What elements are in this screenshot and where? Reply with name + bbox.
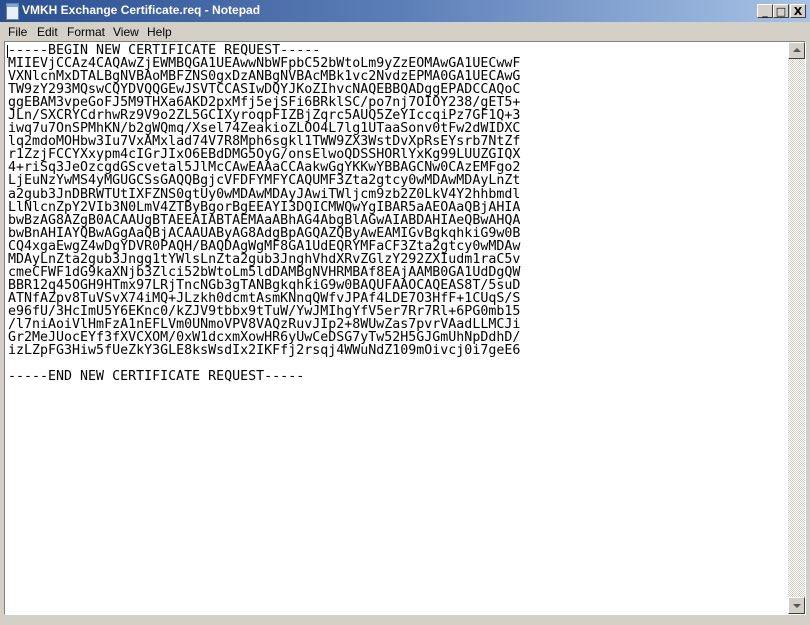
vertical-scrollbar[interactable] (788, 42, 805, 614)
menu-edit[interactable]: Edit (37, 25, 58, 39)
text-caret (7, 45, 8, 58)
editor-content[interactable]: -----BEGIN NEW CERTIFICATE REQUEST----- … (8, 44, 520, 383)
minimize-button[interactable]: _ (757, 4, 773, 18)
menu-format[interactable]: Format (67, 25, 105, 39)
window-title: VMKH Exchange Certificate.req - Notepad (22, 3, 261, 17)
scroll-up-button[interactable] (788, 42, 805, 59)
menu-bar: File Edit Format View Help (0, 22, 810, 41)
menu-view[interactable]: View (113, 25, 139, 39)
text-editor[interactable]: -----BEGIN NEW CERTIFICATE REQUEST----- … (4, 41, 806, 615)
arrow-up-icon (793, 48, 801, 52)
menu-file[interactable]: File (8, 25, 27, 39)
menu-help[interactable]: Help (147, 25, 172, 39)
notepad-icon (6, 3, 19, 20)
title-bar[interactable]: VMKH Exchange Certificate.req - Notepad … (0, 0, 810, 22)
arrow-down-icon (793, 604, 801, 608)
scroll-down-button[interactable] (788, 597, 805, 614)
close-button[interactable]: X (790, 4, 806, 18)
maximize-button[interactable]: □ (773, 4, 789, 18)
